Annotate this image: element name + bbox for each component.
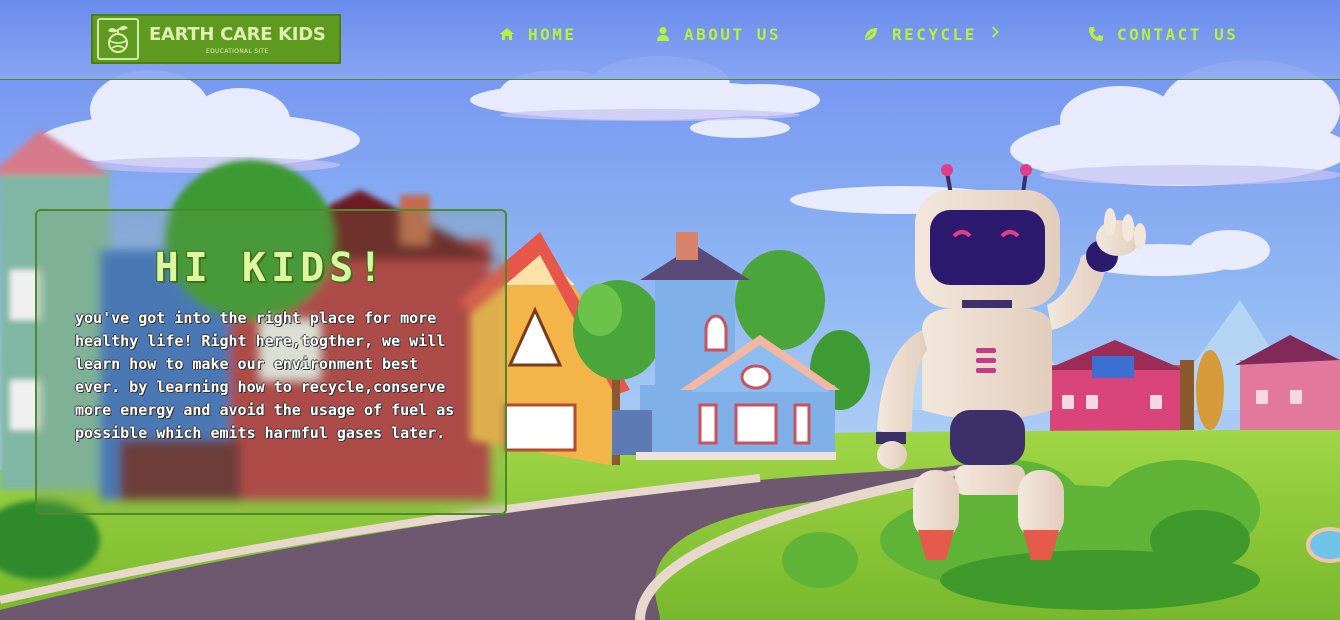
brand-subtitle: EDUCATIONAL SITE — [206, 47, 269, 55]
user-icon — [654, 25, 672, 43]
nav-home-label: HOME — [528, 24, 577, 44]
nav-contact-us[interactable]: CONTACT US — [1087, 22, 1238, 46]
chevron-right-icon[interactable] — [991, 26, 999, 42]
hero-welcome-card: HI KIDS! you've got into the right place… — [35, 209, 507, 515]
top-navbar: EARTH CARE KIDS EDUCATIONAL SITE HOME AB… — [0, 0, 1340, 80]
nav-recycle-label: RECYCLE — [892, 24, 977, 44]
nav-recycle[interactable]: RECYCLE — [862, 22, 999, 46]
brand-logo[interactable]: EARTH CARE KIDS EDUCATIONAL SITE — [91, 14, 341, 64]
nav-contact-label: CONTACT US — [1117, 24, 1239, 44]
hero-description: you've got into the right place for more… — [75, 309, 455, 442]
brand-title: EARTH CARE KIDS — [149, 23, 326, 45]
globe-plant-icon — [97, 18, 139, 60]
phone-icon — [1087, 25, 1105, 43]
hero-title: HI KIDS! — [154, 245, 388, 291]
nav-about-us[interactable]: ABOUT US — [654, 22, 781, 46]
leaf-icon — [862, 25, 880, 43]
nav-about-label: ABOUT US — [684, 24, 782, 44]
nav-home[interactable]: HOME — [498, 22, 577, 46]
home-icon — [498, 25, 516, 43]
